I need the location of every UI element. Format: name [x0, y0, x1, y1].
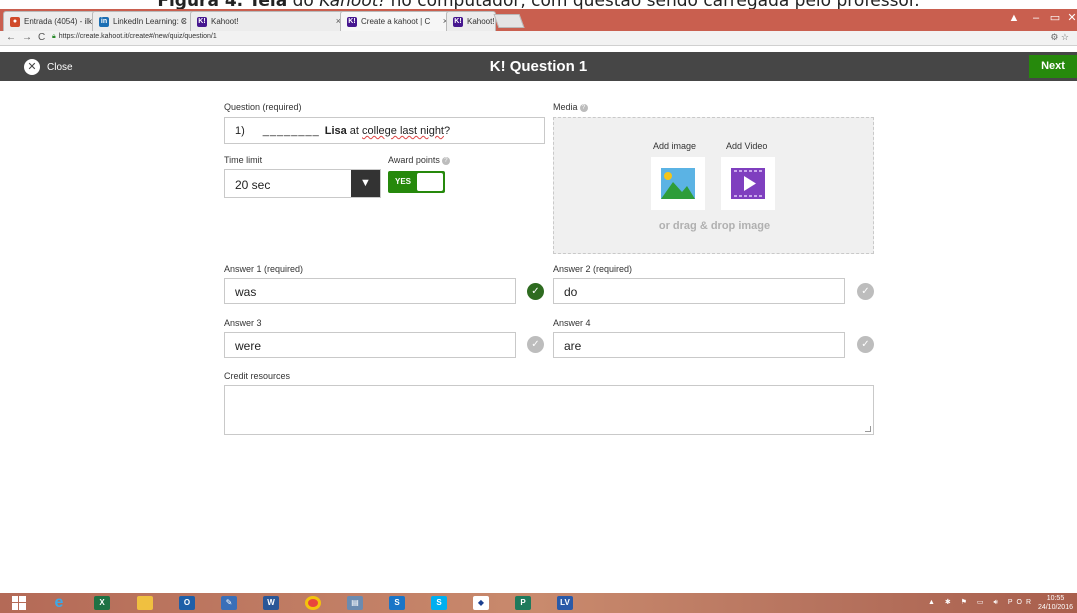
- time-limit-label: Time limit: [224, 155, 263, 165]
- new-tab-button[interactable]: [493, 14, 525, 28]
- lv-app-icon[interactable]: LV: [550, 595, 580, 611]
- gmail-icon: ●: [10, 17, 20, 27]
- skype-icon[interactable]: S: [424, 595, 454, 611]
- bookmark-star-icon[interactable]: ⚙ ☆: [1050, 32, 1069, 43]
- browser-tabstrip: ●Entrada (4054) - ilk× inLinkedIn Learni…: [0, 9, 1077, 31]
- browser-tab[interactable]: K! Kahoot! ×: [190, 11, 348, 31]
- answer-2-label: Answer 2 (required): [553, 264, 633, 274]
- screen: Figura 4. Tela do Kahoot! no computador,…: [0, 0, 1077, 613]
- credit-resources-label: Credit resources: [224, 371, 291, 381]
- calculator-icon[interactable]: ▤: [340, 595, 370, 611]
- address-bar: ←→C 🔒︎ https://create.kahoot.it/create#/n…: [0, 31, 1077, 46]
- info-icon[interactable]: ?: [441, 156, 450, 165]
- taskbar: e X O ✎ W ▤ S S ◆ P LV ▲ ✱ ⚑ ▭ 🔊︎ POR 10…: [0, 593, 1077, 613]
- linkedin-icon: in: [99, 17, 109, 27]
- browser-tab-active[interactable]: K!Create a kahoot | C×: [340, 11, 455, 31]
- question-input[interactable]: 1) ________ Lisa at college last night?: [224, 117, 545, 144]
- window-close-icon[interactable]: ✕: [1058, 9, 1077, 29]
- internet-explorer-icon[interactable]: e: [44, 595, 74, 611]
- add-video-button[interactable]: [721, 157, 775, 210]
- award-points-toggle[interactable]: YES: [388, 171, 445, 193]
- chrome-icon[interactable]: [298, 595, 328, 611]
- resize-handle-icon[interactable]: [865, 426, 871, 432]
- add-image-button[interactable]: [651, 157, 705, 210]
- drag-drop-text: or drag & drop image: [658, 220, 771, 232]
- dropdown-arrow-icon: ▼: [351, 170, 380, 197]
- media-label: Media?: [553, 102, 588, 112]
- lock-icon: 🔒︎: [52, 33, 56, 40]
- file-explorer-icon[interactable]: [130, 595, 160, 611]
- browser-tab[interactable]: ●Entrada (4054) - ilk×: [3, 11, 106, 31]
- question-label: Question (required): [224, 102, 302, 112]
- powerpoint-icon[interactable]: P: [508, 595, 538, 611]
- windows-start-icon[interactable]: [4, 595, 34, 611]
- add-video-label: Add Video: [726, 141, 768, 151]
- nav-buttons[interactable]: ←→C: [6, 32, 51, 43]
- answer-2-input[interactable]: do: [553, 278, 845, 304]
- browser-tab[interactable]: K!Kahoot!'s new Tean: [446, 11, 496, 31]
- tab-close-icon[interactable]: ×: [182, 16, 187, 26]
- outlook-icon[interactable]: O: [172, 595, 202, 611]
- correct-check-icon[interactable]: ✓: [857, 336, 874, 353]
- url-field[interactable]: 🔒︎ https://create.kahoot.it/create#/new/q…: [52, 33, 217, 41]
- toggle-knob: [417, 173, 443, 191]
- kahoot-icon: K!: [347, 17, 357, 27]
- time-limit-select[interactable]: 20 sec ▼: [224, 169, 381, 198]
- answer-3-input[interactable]: were: [224, 332, 516, 358]
- video-icon: [731, 168, 765, 199]
- image-icon: [661, 168, 695, 199]
- correct-check-icon[interactable]: ✓: [527, 283, 544, 300]
- correct-check-icon[interactable]: ✓: [527, 336, 544, 353]
- media-dropzone[interactable]: Add image Add Video or drag & drop image: [553, 117, 874, 254]
- add-image-label: Add image: [653, 141, 697, 151]
- answer-1-input[interactable]: was: [224, 278, 516, 304]
- browser-tab[interactable]: in LinkedIn Learning: C ×: [92, 11, 194, 31]
- answer-3-label: Answer 3: [224, 318, 262, 328]
- correct-check-icon[interactable]: ✓: [857, 283, 874, 300]
- info-icon[interactable]: ?: [579, 103, 588, 112]
- network-app-icon[interactable]: ◆: [466, 595, 496, 611]
- excel-icon[interactable]: X: [87, 595, 117, 611]
- answer-4-label: Answer 4: [553, 318, 591, 328]
- award-points-label: Award points?: [388, 155, 450, 165]
- system-tray[interactable]: ▲ ✱ ⚑ ▭ 🔊︎ POR: [928, 598, 1035, 607]
- word-icon[interactable]: W: [256, 595, 286, 611]
- onenote-icon[interactable]: ✎: [214, 595, 244, 611]
- credit-resources-textarea[interactable]: [224, 385, 874, 435]
- page-title: K! Question 1: [489, 58, 588, 75]
- kahoot-icon: K!: [453, 17, 463, 27]
- answer-1-label: Answer 1 (required): [224, 264, 304, 274]
- answer-4-input[interactable]: are: [553, 332, 845, 358]
- skype-business-icon[interactable]: S: [382, 595, 412, 611]
- app-header: ✕ Close K! Question 1 Next: [0, 52, 1077, 81]
- clock[interactable]: 10:55 24/10/2016: [1038, 594, 1073, 612]
- kahoot-icon: K!: [197, 17, 207, 27]
- next-button[interactable]: Next: [1029, 55, 1077, 78]
